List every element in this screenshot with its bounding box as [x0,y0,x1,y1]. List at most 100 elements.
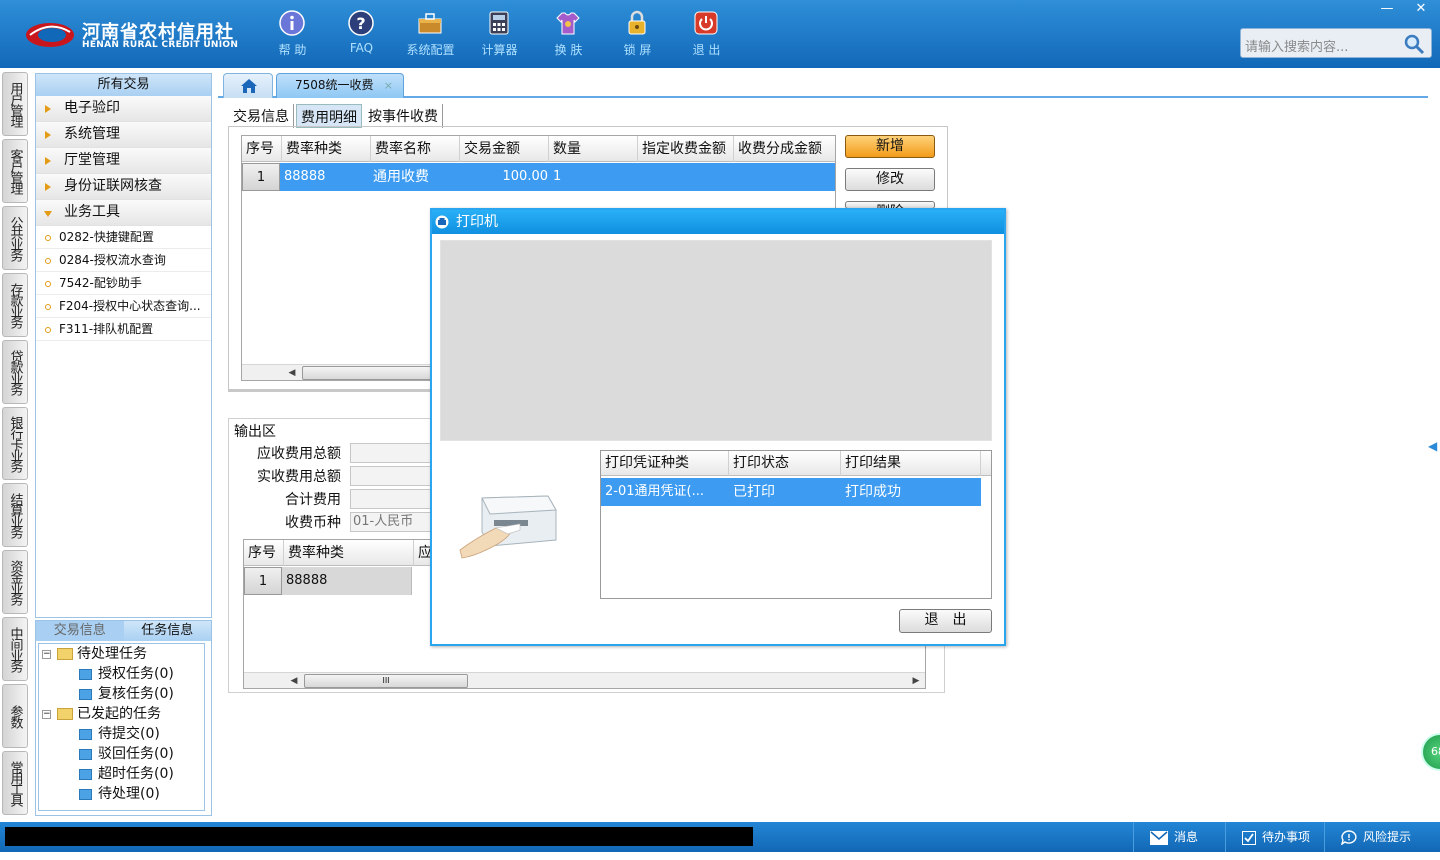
menu-item-auth-center-status[interactable]: F204-授权中心状态查询... [36,295,211,318]
menu-item-label: 0282-快捷键配置 [59,230,154,244]
tab-transaction-info[interactable]: 交易信息 [36,621,124,641]
tree-node-rejected[interactable]: 驳回任务(0) [79,744,174,764]
vtab-intermediary[interactable]: 中间业务 [2,617,28,681]
home-tab[interactable] [223,73,273,98]
menu-item-auth-log[interactable]: 0284-授权流水查询 [36,249,211,272]
output-grid-hscrollbar[interactable]: ◀ III ▶ [244,672,925,688]
field-total-fee[interactable] [350,489,440,509]
menu-item-cash-helper[interactable]: 7542-配钞助手 [36,272,211,295]
tree-node-label: 待处理任务 [77,646,147,662]
lock-screen-button[interactable]: 锁 屏 [603,8,672,62]
edit-button[interactable]: 修改 [845,168,935,191]
menu-group-label: 电子验印 [64,100,120,116]
col-amount: 交易金额 [460,136,549,162]
bullet-icon [45,235,51,241]
subtab-event-fee[interactable]: 按事件收费 [364,104,443,128]
calculator-button[interactable]: 计算器 [465,8,534,62]
messages-button[interactable]: 消息 [1133,822,1225,852]
expand-arrow-icon [45,183,51,191]
menu-item-queue-config[interactable]: F311-排队机配置 [36,318,211,341]
field-currency[interactable]: 01-人民币 [350,512,440,532]
menu-item-shortcut-config[interactable]: 0282-快捷键配置 [36,226,211,249]
scroll-right-icon[interactable]: ▶ [908,673,924,688]
scroll-left-icon[interactable]: ◀ [284,365,300,380]
search-icon[interactable] [1403,33,1425,55]
scroll-thumb[interactable] [302,366,442,380]
cell-rate-type: 88888 [284,169,326,184]
skin-button[interactable]: 换 肤 [534,8,603,62]
close-tab-icon[interactable]: × [384,74,393,97]
tree-node-pending[interactable]: 待处理任务 [57,644,147,664]
fee-subtabs: 交易信息 费用明细 按事件收费 [229,104,445,128]
menu-group-id-check[interactable]: 身份证联网核查 [36,174,211,200]
tree-node-timeout[interactable]: 超时任务(0) [79,764,174,784]
vtab-public-business[interactable]: 公共业务 [2,206,28,270]
tree-node-initiated[interactable]: 已发起的任务 [57,704,161,724]
bullet-icon [45,281,51,287]
menu-group-business-tools[interactable]: 业务工具 [36,200,211,226]
lock-icon [628,10,646,35]
label-received-total: 实收费用总额 [257,469,341,485]
label-receivable-total: 应收费用总额 [257,446,341,462]
risk-alert-button[interactable]: 风险提示 [1324,822,1440,852]
col-qty: 数量 [549,136,638,162]
menu-header: 所有交易 [36,74,211,96]
faq-button[interactable]: ? FAQ [327,8,396,62]
tree-node-auth-tasks[interactable]: 授权任务(0) [79,664,174,684]
add-button[interactable]: 新增 [845,135,935,158]
vtab-funds[interactable]: 资金业务 [2,550,28,614]
exit-button[interactable]: 退 出 [672,8,741,62]
collapse-toggle-icon[interactable]: − [42,650,51,659]
status-message-area [5,827,753,846]
field-received-total[interactable] [350,466,440,486]
close-window-button[interactable]: ✕ [1404,0,1438,18]
tab-unified-fee[interactable]: 7508统一收费 × [276,73,404,98]
vtab-parameters[interactable]: 参数 [2,684,28,748]
vtab-loan[interactable]: 贷款业务 [2,340,28,404]
task-list-icon [79,768,92,780]
subtab-transaction-info[interactable]: 交易信息 [229,104,294,128]
logo: 河南省农村信用社 HENAN RURAL CREDIT UNION [24,14,239,54]
vtab-deposit[interactable]: 存款业务 [2,273,28,337]
vtab-common-tools[interactable]: 常用工具 [2,751,28,815]
row-number: 1 [242,163,280,191]
dialog-exit-button[interactable]: 退 出 [899,609,992,633]
dialog-titlebar[interactable]: 打印机 [432,210,1004,234]
scroll-left-icon[interactable]: ◀ [286,673,302,688]
vtab-settlement[interactable]: 结算业务 [2,483,28,547]
printer-title-icon [435,215,449,229]
tab-task-info[interactable]: 任务信息 [123,621,211,641]
faq-label: FAQ [349,41,374,55]
scroll-thumb[interactable]: III [304,674,468,688]
cell-rate-name: 通用收费 [373,169,429,185]
row-number: 1 [244,567,282,595]
floating-widget[interactable]: 68 [1421,733,1440,771]
cell-rate-type: 88888 [282,567,412,595]
table-row[interactable]: 1 88888 通用收费 100.00 1 [242,163,835,191]
menu-group-system-mgmt[interactable]: 系统管理 [36,122,211,148]
search-box[interactable]: 请输入搜索内容... [1240,28,1432,58]
col-specified-fee: 指定收费金额 [638,136,734,162]
minimize-button[interactable]: — [1370,0,1404,18]
vtab-bank-card[interactable]: 银行卡业务 [2,407,28,480]
vtab-customer-mgmt[interactable]: 客户管理 [2,139,28,203]
menu-group-lobby-mgmt[interactable]: 厅堂管理 [36,148,211,174]
search-input[interactable]: 请输入搜索内容... [1245,36,1348,55]
label-currency: 收费币种 [285,515,341,531]
task-list-icon [79,748,92,760]
subtab-fee-detail[interactable]: 费用明细 [296,104,362,128]
tree-node-review-tasks[interactable]: 复核任务(0) [79,684,174,704]
tree-node-to-process[interactable]: 待处理(0) [79,784,160,804]
todo-button[interactable]: 待办事项 [1225,822,1323,852]
folder-icon [57,708,73,720]
collapse-panel-arrow-icon[interactable]: ◀ [1428,424,1440,468]
vtab-user-mgmt[interactable]: 用户管理 [2,72,28,136]
print-grid-header: 打印凭证种类 打印状态 打印结果 [601,451,991,476]
table-row[interactable]: 2-01通用凭证(... 已打印 打印成功 [601,478,981,506]
collapse-toggle-icon[interactable]: − [42,710,51,719]
field-receivable-total[interactable] [350,443,440,463]
help-button[interactable]: 帮 助 [258,8,327,62]
tree-node-to-submit[interactable]: 待提交(0) [79,724,160,744]
menu-group-seal-verify[interactable]: 电子验印 [36,96,211,122]
system-config-button[interactable]: 系统配置 [396,8,465,62]
